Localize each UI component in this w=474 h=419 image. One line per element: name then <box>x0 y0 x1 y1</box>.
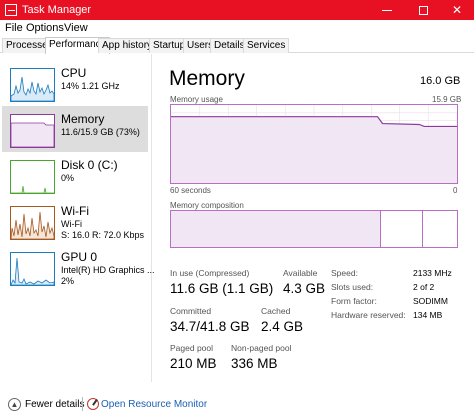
minimize-button[interactable] <box>370 0 404 20</box>
resource-disk-name: Disk 0 (C:) <box>61 158 118 172</box>
menu-file[interactable]: File <box>5 22 23 34</box>
resource-wifi[interactable]: Wi-Fi Wi-Fi S: 16.0 R: 72.0 Kbps <box>2 198 148 244</box>
memory-thumbnail-graph <box>10 114 55 148</box>
resource-wifi-detail: Wi-Fi S: 16.0 R: 72.0 Kbps <box>61 219 144 241</box>
resource-cpu-name: CPU <box>61 66 87 80</box>
form-factor-label: Form factor: <box>331 296 377 306</box>
memory-usage-area <box>171 116 457 183</box>
resource-monitor-icon[interactable] <box>87 398 99 410</box>
graph-zero-label: 0 <box>453 186 458 195</box>
slots-used-label: Slots used: <box>331 282 374 292</box>
resource-cpu[interactable]: CPU 14% 1.21 GHz <box>2 60 148 106</box>
page-title: Memory <box>169 67 245 90</box>
task-manager-icon <box>5 4 17 16</box>
memory-composition-label: Memory composition <box>170 201 244 210</box>
memory-usage-max: 15.9 GB <box>432 95 462 104</box>
fewer-details-link[interactable]: Fewer details <box>25 399 84 410</box>
cached-label: Cached <box>261 306 291 316</box>
close-button[interactable]: ✕ <box>440 0 474 20</box>
non-paged-pool-label: Non-paged pool <box>231 343 292 353</box>
chevron-up-icon[interactable]: ▲ <box>8 398 21 411</box>
available-label: Available <box>283 268 318 278</box>
speed-value: 2133 MHz <box>413 268 452 278</box>
menu-options[interactable]: Options <box>26 22 64 34</box>
close-icon: ✕ <box>451 3 463 17</box>
memory-total: 16.0 GB <box>420 75 461 87</box>
tab-app-history[interactable]: App history <box>98 38 157 53</box>
composition-in-use <box>171 211 381 247</box>
slots-used-value: 2 of 2 <box>413 282 435 292</box>
composition-standby <box>423 211 457 247</box>
hardware-reserved-label: Hardware reserved: <box>331 310 406 320</box>
cpu-thumbnail-graph <box>10 68 55 102</box>
footer: ▲ Fewer details Open Resource Monitor <box>0 392 474 419</box>
resource-memory-detail: 11.6/15.9 GB (73%) <box>61 127 140 137</box>
speed-label: Speed: <box>331 268 358 278</box>
gpu-thumbnail-graph <box>10 252 55 286</box>
resource-gpu-model: Intel(R) HD Graphics ... <box>61 265 155 275</box>
resource-gpu-detail: Intel(R) HD Graphics ... 2% <box>61 265 155 287</box>
resource-disk-detail: 0% <box>61 173 75 183</box>
graph-time-label: 60 seconds <box>170 186 211 195</box>
available-value: 4.3 GB <box>283 281 326 296</box>
memory-composition-bar <box>170 210 458 248</box>
non-paged-pool-value: 336 MB <box>231 356 278 371</box>
resource-wifi-throughput: S: 16.0 R: 72.0 Kbps <box>61 230 145 240</box>
resource-disk[interactable]: Disk 0 (C:) 0% <box>2 152 148 198</box>
resource-gpu-usage: 2% <box>61 276 75 286</box>
maximize-button[interactable] <box>406 0 440 20</box>
minimize-icon <box>382 10 392 12</box>
menu-bar: File Options View <box>0 20 474 37</box>
hardware-reserved-value: 134 MB <box>413 310 443 320</box>
committed-label: Committed <box>170 306 212 316</box>
in-use-value: 11.6 GB (1.1 GB) <box>170 281 274 296</box>
resource-memory[interactable]: Memory 11.6/15.9 GB (73%) <box>2 106 148 152</box>
resource-wifi-adapter: Wi-Fi <box>61 219 82 229</box>
memory-usage-label: Memory usage <box>170 95 223 104</box>
committed-value: 34.7/41.8 GB <box>170 319 250 334</box>
open-resource-monitor-link[interactable]: Open Resource Monitor <box>101 399 207 410</box>
paged-pool-label: Paged pool <box>170 343 214 353</box>
tab-bar: Processes Performance App history Startu… <box>0 37 474 54</box>
in-use-label: In use (Compressed) <box>170 268 250 278</box>
resource-cpu-detail: 14% 1.21 GHz <box>61 81 120 91</box>
tab-services[interactable]: Services <box>243 38 290 53</box>
paged-pool-value: 210 MB <box>170 356 217 371</box>
footer-divider <box>82 397 83 411</box>
disk-thumbnail-graph <box>10 160 55 194</box>
resource-list: CPU 14% 1.21 GHz Memory 11.6/15.9 GB (73… <box>0 54 155 382</box>
maximize-icon <box>418 6 428 16</box>
resource-wifi-name: Wi-Fi <box>61 204 89 218</box>
resource-memory-name: Memory <box>61 112 105 126</box>
resource-gpu-name: GPU 0 <box>61 250 98 264</box>
title-bar: Task Manager ✕ <box>0 0 474 20</box>
wifi-thumbnail-graph <box>10 206 55 240</box>
form-factor-value: SODIMM <box>413 296 448 306</box>
window-title: Task Manager <box>22 4 92 16</box>
resource-gpu[interactable]: GPU 0 Intel(R) HD Graphics ... 2% <box>2 244 155 290</box>
composition-modified <box>381 211 423 247</box>
menu-view[interactable]: View <box>64 22 88 34</box>
cached-value: 2.4 GB <box>261 319 304 334</box>
memory-usage-graph <box>170 104 458 184</box>
